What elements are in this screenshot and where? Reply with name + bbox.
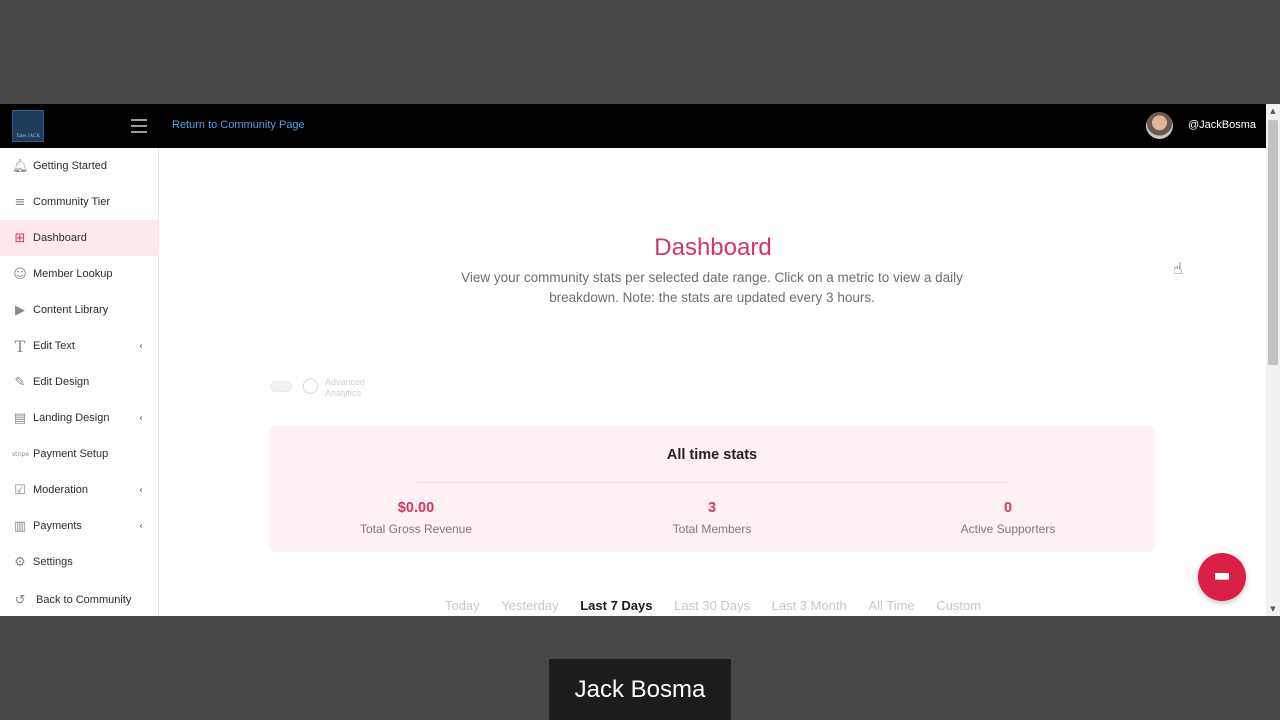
- sidebar-item-label: Payments: [33, 520, 82, 532]
- return-to-community-link[interactable]: Return to Community Page: [172, 119, 305, 131]
- document-icon: ▥: [13, 518, 27, 534]
- metric-value: $0.00: [397, 500, 435, 516]
- sidebar-item-label: Edit Design: [33, 376, 90, 388]
- all-time-stats-card: All time stats $0.00 Total Gross Revenue…: [269, 426, 1155, 552]
- sidebar-item-member-lookup[interactable]: ☺ Member Lookup: [0, 256, 159, 292]
- username[interactable]: @JackBosma: [1188, 119, 1256, 131]
- sidebar-item-community-tier[interactable]: ≡ Community Tier: [0, 184, 159, 220]
- sidebar-item-dashboard[interactable]: ⊞ Dashboard: [0, 220, 159, 256]
- range-last-7-days[interactable]: Last 7 Days: [580, 598, 652, 613]
- sidebar-item-label: Dashboard: [33, 232, 87, 244]
- scroll-up-arrow-icon[interactable]: ▲: [1266, 104, 1280, 118]
- bell-icon: 🔔︎: [12, 158, 29, 174]
- sidebar-item-label: Member Lookup: [33, 268, 113, 280]
- chevron-left-icon: ‹: [139, 484, 143, 496]
- community-logo[interactable]: Tales JACK: [12, 110, 44, 142]
- sidebar-item-back-to-community[interactable]: ↺ Back to Community: [0, 582, 159, 616]
- stripe-icon: stripe: [12, 450, 30, 458]
- sidebar-item-label: Moderation: [33, 484, 89, 496]
- app-window: Tales JACK Return to Community Page @Jac…: [0, 104, 1280, 616]
- sidebar-item-label: Community Tier: [33, 196, 111, 208]
- chat-bubble-icon: ▬: [1213, 565, 1231, 586]
- main-content: Dashboard View your community stats per …: [160, 148, 1266, 616]
- chevron-left-icon: ‹: [139, 412, 143, 424]
- range-last-3-month[interactable]: Last 3 Month: [772, 598, 847, 613]
- menu-toggle-icon[interactable]: [131, 119, 147, 133]
- scrollbar[interactable]: ▲ ▼: [1266, 104, 1280, 616]
- clipboard-icon: ☑: [14, 482, 26, 498]
- date-range-selector: Today Yesterday Last 7 Days Last 30 Days…: [160, 598, 1266, 613]
- logo-text: Tales JACK: [15, 134, 41, 139]
- divider: [417, 482, 1007, 483]
- sidebar-item-label: Edit Text: [33, 340, 75, 352]
- chevron-left-icon: ‹: [139, 340, 143, 352]
- metric-active-supporters[interactable]: 0 Active Supporters: [908, 500, 1108, 536]
- grid-icon: ⊞: [14, 230, 26, 246]
- page-title: Dashboard: [654, 234, 772, 261]
- metric-label: Active Supporters: [960, 522, 1056, 536]
- sidebar-item-label: Back to Community: [36, 594, 132, 606]
- metric-value: 3: [707, 500, 717, 516]
- hand-cursor-icon: ☝: [1173, 259, 1183, 278]
- undo-icon: ↺: [14, 592, 26, 608]
- range-last-30-days[interactable]: Last 30 Days: [674, 598, 750, 613]
- scroll-down-arrow-icon[interactable]: ▼: [1266, 602, 1280, 616]
- gear-icon: ⚙: [14, 554, 26, 570]
- sidebar-item-label: Payment Setup: [33, 448, 109, 460]
- sidebar-item-label: Landing Design: [33, 412, 110, 424]
- metric-label: Total Gross Revenue: [359, 522, 473, 536]
- chat-button[interactable]: ▬: [1198, 553, 1246, 601]
- sidebar-item-getting-started[interactable]: 🔔︎ Getting Started: [0, 148, 159, 184]
- sidebar-item-label: Getting Started: [33, 160, 107, 172]
- sidebar-item-content-library[interactable]: ▶ Content Library: [0, 292, 159, 328]
- top-bar: Tales JACK Return to Community Page @Jac…: [0, 104, 1266, 148]
- speaker-name-tag: Jack Bosma: [549, 659, 731, 720]
- avatar[interactable]: [1146, 112, 1173, 139]
- metric-label: Total Members: [672, 522, 752, 536]
- layout-icon: ▤: [13, 410, 27, 426]
- play-icon: ▶: [15, 302, 25, 318]
- sidebar-item-moderation[interactable]: ☑ Moderation ‹: [0, 472, 159, 508]
- page-description: View your community stats per selected d…: [461, 270, 963, 305]
- sidebar-item-label: Content Library: [33, 304, 109, 316]
- range-today[interactable]: Today: [445, 598, 480, 613]
- sidebar: 🔔︎ Getting Started ≡ Community Tier ⊞ Da…: [0, 148, 159, 616]
- range-yesterday[interactable]: Yesterday: [501, 598, 558, 613]
- range-custom[interactable]: Custom: [936, 598, 981, 613]
- users-icon: ☺: [13, 266, 27, 282]
- all-time-stats-title: All time stats: [666, 447, 758, 463]
- scrollbar-thumb[interactable]: [1268, 120, 1278, 365]
- speaker-name: Jack Bosma: [574, 676, 706, 703]
- lightbulb-icon: ◯: [302, 376, 319, 394]
- metric-total-members[interactable]: 3 Total Members: [612, 500, 812, 536]
- advanced-analytics-toggle[interactable]: [270, 381, 292, 392]
- sidebar-item-payments[interactable]: ▥ Payments ‹: [0, 508, 159, 544]
- sidebar-item-edit-text[interactable]: T Edit Text ‹: [0, 328, 159, 364]
- sidebar-item-settings[interactable]: ⚙ Settings: [0, 544, 159, 580]
- brush-icon: ✎: [14, 374, 26, 390]
- metric-total-gross-revenue[interactable]: $0.00 Total Gross Revenue: [316, 500, 516, 536]
- sidebar-item-landing-design[interactable]: ▤ Landing Design ‹: [0, 400, 159, 436]
- sidebar-item-edit-design[interactable]: ✎ Edit Design: [0, 364, 159, 400]
- chevron-left-icon: ‹: [139, 520, 143, 532]
- range-all-time[interactable]: All Time: [868, 598, 914, 613]
- advanced-analytics-label: Advanced Analytics: [325, 377, 366, 398]
- metric-value: 0: [1003, 500, 1013, 516]
- text-icon: T: [14, 336, 26, 356]
- sidebar-item-payment-setup[interactable]: stripe Payment Setup: [0, 436, 159, 472]
- tiers-icon: ≡: [14, 194, 26, 210]
- sidebar-item-label: Settings: [33, 556, 73, 568]
